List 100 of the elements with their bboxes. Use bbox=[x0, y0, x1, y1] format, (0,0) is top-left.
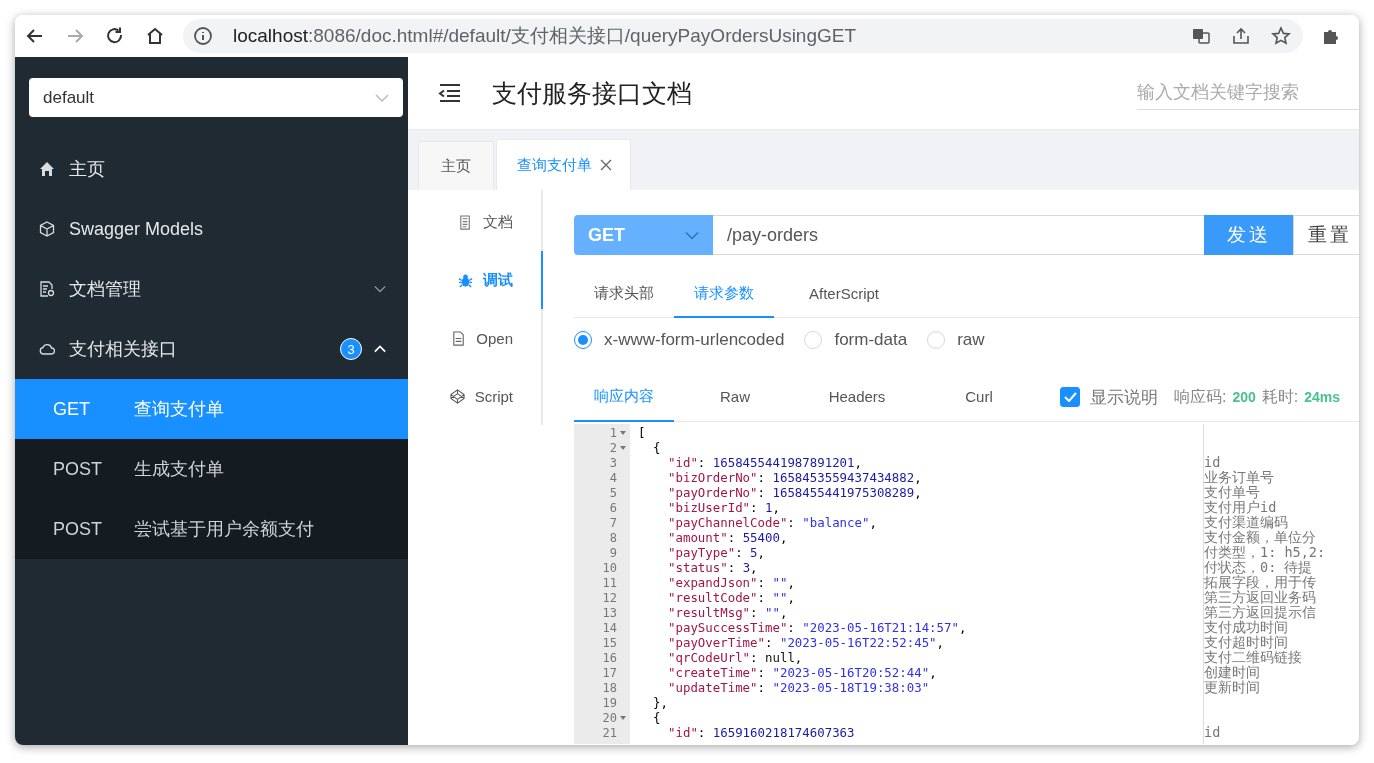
status-code: 200 bbox=[1232, 389, 1256, 405]
line-number: 5 bbox=[609, 485, 617, 500]
url-text: localhost:8086/doc.html#/default/支付相关接口/queryPayOrdersUsingGET bbox=[233, 24, 857, 48]
line-number: 3 bbox=[609, 455, 617, 470]
radio-option[interactable]: raw bbox=[927, 330, 985, 350]
document-icon bbox=[458, 214, 473, 230]
side-tab[interactable]: 文档 bbox=[408, 193, 543, 251]
menu-item[interactable]: 文档管理 bbox=[15, 259, 408, 319]
fold-arrow-icon[interactable] bbox=[620, 445, 626, 450]
group-select[interactable]: default bbox=[29, 78, 403, 117]
code-line: "resultCode": "", bbox=[667, 590, 795, 605]
star-icon[interactable] bbox=[1271, 26, 1291, 46]
bug-icon bbox=[458, 272, 473, 288]
status-label: 响应码: bbox=[1174, 386, 1227, 407]
code-line: "status": 3, bbox=[667, 560, 758, 575]
code-line: "payOrderNo": 1658455441975308289, bbox=[667, 485, 922, 500]
code-line: }, bbox=[652, 695, 668, 710]
field-note: 第三方返回提示信 bbox=[1204, 605, 1317, 620]
translate-icon[interactable] bbox=[1191, 26, 1211, 46]
field-note: 支付超时时间 bbox=[1204, 635, 1289, 650]
url-field[interactable]: /pay-orders bbox=[713, 215, 1204, 255]
cube-icon bbox=[39, 221, 55, 237]
time-value: 24ms bbox=[1304, 389, 1341, 405]
field-note: 支付渠道编码 bbox=[1204, 515, 1289, 530]
home-icon[interactable] bbox=[145, 26, 165, 46]
field-note: 第三方返回业务码 bbox=[1204, 590, 1317, 605]
home-icon bbox=[39, 161, 55, 177]
code-line: "updateTime": "2023-05-18T19:38:03" bbox=[667, 680, 930, 695]
request-tab[interactable]: 请求头部 bbox=[574, 271, 674, 318]
fold-arrow-icon[interactable] bbox=[620, 430, 626, 435]
line-number: 18 bbox=[602, 680, 617, 695]
search-field[interactable]: 输入文档关键字搜索 bbox=[1137, 76, 1359, 110]
side-tab[interactable]: Script bbox=[408, 367, 543, 425]
code-line: { bbox=[652, 710, 661, 725]
code-line: "bizUserId": 1, bbox=[667, 500, 780, 515]
field-note: 支付二维码链接 bbox=[1204, 650, 1303, 665]
file-icon bbox=[451, 330, 467, 346]
checkbox-label: 显示说明 bbox=[1090, 386, 1158, 409]
line-number: 10 bbox=[602, 560, 617, 575]
fold-arrow-icon[interactable] bbox=[620, 715, 626, 720]
line-number: 19 bbox=[602, 695, 617, 710]
line-number: 11 bbox=[602, 575, 617, 590]
line-number: 2 bbox=[609, 440, 617, 455]
field-note: id bbox=[1204, 725, 1222, 740]
line-number: 21 bbox=[602, 725, 617, 740]
chevron-down-icon bbox=[375, 92, 389, 103]
code-line: "paySuccessTime": "2023-05-16T21:14:57", bbox=[667, 620, 967, 635]
reload-icon[interactable] bbox=[105, 26, 125, 46]
side-tab[interactable]: Open bbox=[408, 309, 543, 367]
field-note: 更新时间 bbox=[1204, 680, 1261, 695]
code-line: "payType": 5, bbox=[667, 545, 765, 560]
line-number: 6 bbox=[609, 500, 617, 515]
menu-item[interactable]: Swagger Models bbox=[15, 199, 408, 259]
code-line: "amount": 55400, bbox=[667, 530, 788, 545]
document-gear-icon bbox=[39, 281, 55, 297]
field-note: 支付单号 bbox=[1204, 485, 1261, 500]
line-number: 16 bbox=[602, 650, 617, 665]
field-note: 支付成功时间 bbox=[1204, 620, 1288, 635]
cube-outline-icon bbox=[449, 388, 465, 404]
radio-option[interactable]: x-www-form-urlencoded bbox=[574, 330, 785, 350]
line-number: 15 bbox=[602, 635, 617, 650]
close-icon[interactable] bbox=[600, 159, 612, 171]
response-tab[interactable]: Headers bbox=[796, 373, 918, 422]
endpoint-item[interactable]: POST 尝试基于用户余额支付 bbox=[15, 499, 408, 559]
time-label: 耗时: bbox=[1261, 386, 1299, 407]
line-number: 13 bbox=[602, 605, 617, 620]
page-tab[interactable]: 主页 bbox=[418, 141, 494, 190]
response-tab[interactable]: Curl bbox=[918, 373, 1040, 422]
share-icon[interactable] bbox=[1231, 26, 1251, 46]
menu-fold-icon[interactable] bbox=[438, 83, 462, 103]
endpoint-item[interactable]: POST 生成支付单 bbox=[15, 439, 408, 499]
checkmark-icon bbox=[1063, 392, 1077, 402]
line-number: 8 bbox=[609, 530, 617, 545]
code-line: "bizOrderNo": 1658453559437434882, bbox=[667, 470, 922, 485]
reset-button[interactable]: 重置 bbox=[1293, 215, 1359, 255]
field-note: 支付用户id bbox=[1204, 500, 1278, 515]
menu-item[interactable]: 主页 bbox=[15, 139, 408, 199]
request-tab[interactable]: AfterScript bbox=[774, 271, 914, 318]
field-note: 支付金额，单位分 bbox=[1204, 530, 1317, 545]
response-tab[interactable]: Raw bbox=[674, 373, 796, 422]
radio-option[interactable]: form-data bbox=[804, 330, 908, 350]
line-number: 4 bbox=[609, 470, 617, 485]
menu-item[interactable]: 支付相关接口 3 bbox=[15, 319, 408, 379]
address-bar[interactable]: localhost:8086/doc.html#/default/支付相关接口/queryPayOrdersUsingGET bbox=[183, 19, 1303, 53]
field-note: 业务订单号 bbox=[1204, 470, 1275, 485]
page-title: 支付服务接口文档 bbox=[492, 77, 692, 109]
line-number: 1 bbox=[609, 425, 617, 440]
code-line: "payChannelCode": "balance", bbox=[667, 515, 877, 530]
code-line: "createTime": "2023-05-16T20:52:44", bbox=[667, 665, 937, 680]
code-line: { bbox=[652, 440, 661, 455]
field-note: 拓展字段，用于传 bbox=[1204, 575, 1317, 590]
checkbox[interactable] bbox=[1060, 387, 1080, 407]
field-note: 付类型，1: h5,2: bbox=[1204, 545, 1327, 560]
field-note: id bbox=[1204, 455, 1222, 470]
line-number: 7 bbox=[609, 515, 617, 530]
code-line: "expandJson": "", bbox=[667, 575, 795, 590]
cloud-icon bbox=[39, 341, 55, 357]
chevron-down-icon bbox=[685, 230, 699, 240]
code-line: "payOverTime": "2023-05-16T22:52:45", bbox=[667, 635, 945, 650]
code-line: "qrCodeUrl": null, bbox=[667, 650, 803, 665]
